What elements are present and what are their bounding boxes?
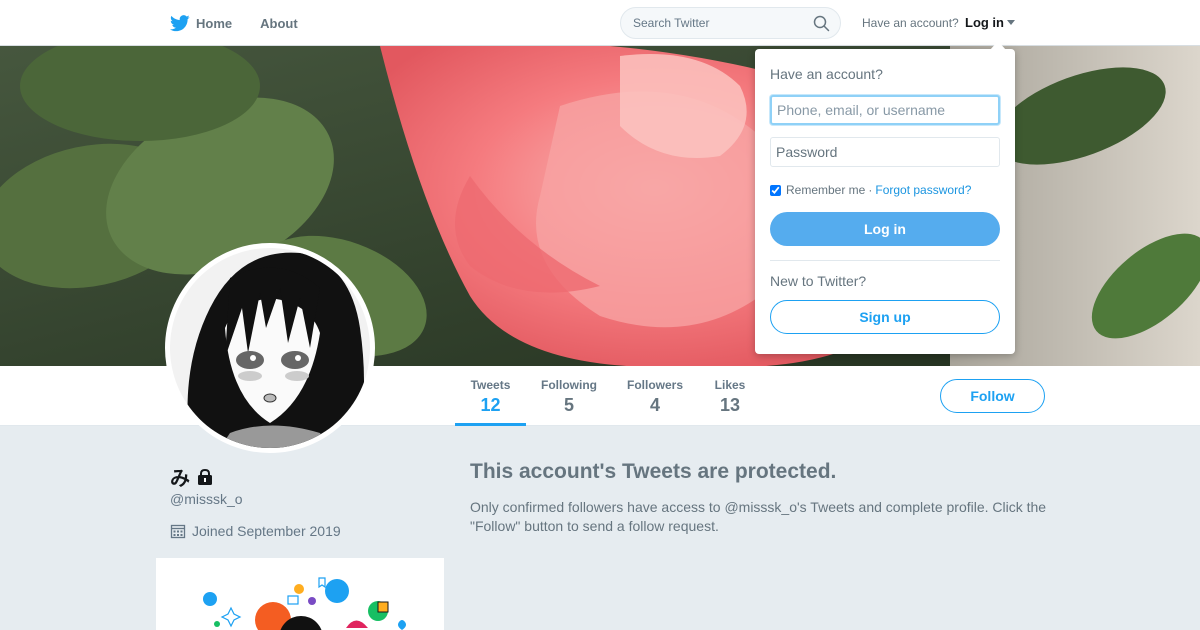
dropdown-divider xyxy=(770,260,1000,261)
search-box[interactable] xyxy=(620,7,841,39)
calendar-icon xyxy=(170,524,186,539)
stat-following-label: Following xyxy=(541,378,597,392)
stat-following-value: 5 xyxy=(563,395,574,415)
account-prompt: Have an account? xyxy=(862,16,959,30)
protected-message: Only confirmed followers have access to … xyxy=(470,499,1047,534)
stat-tweets[interactable]: Tweets 12 xyxy=(455,366,526,426)
password-field[interactable] xyxy=(770,137,1000,167)
stat-tweets-label: Tweets xyxy=(470,378,511,392)
caret-down-icon xyxy=(1007,20,1015,25)
nav-home-label: Home xyxy=(196,15,233,31)
search-icon[interactable] xyxy=(813,15,830,32)
login-dropdown-heading: Have an account? xyxy=(770,66,883,82)
forgot-password-link[interactable]: Forgot password? xyxy=(875,183,971,197)
new-to-twitter-label: New to Twitter? xyxy=(770,273,867,289)
joined-date-text: Joined September 2019 xyxy=(192,523,341,539)
remember-me-row: Remember me · Forgot password? xyxy=(770,183,971,197)
protected-title: This account's Tweets are protected. xyxy=(470,460,837,483)
profile-name: み xyxy=(170,468,190,490)
stat-following[interactable]: Following 5 xyxy=(526,366,612,426)
login-button[interactable]: Log in xyxy=(770,212,1000,246)
username-field[interactable] xyxy=(770,95,1000,125)
lock-icon xyxy=(198,468,212,485)
profile-name-row: み xyxy=(170,462,214,491)
nav-about[interactable]: About xyxy=(260,16,298,31)
avatar[interactable] xyxy=(165,243,375,453)
separator-dot: · xyxy=(868,183,873,197)
nav-left: Home About xyxy=(170,0,326,46)
signup-button[interactable]: Sign up xyxy=(770,300,1000,334)
login-link-label: Log in xyxy=(965,15,1004,30)
login-dropdown-toggle[interactable]: Log in xyxy=(965,15,1015,30)
stat-followers[interactable]: Followers 4 xyxy=(612,366,698,426)
stat-likes[interactable]: Likes 13 xyxy=(699,366,761,426)
stat-followers-label: Followers xyxy=(627,378,684,392)
remember-me-checkbox[interactable] xyxy=(770,184,781,196)
twitter-bird-icon xyxy=(170,14,190,31)
profile-handle: @misssk_o xyxy=(170,491,243,507)
dropdown-caret xyxy=(990,41,1006,50)
follow-button[interactable]: Follow xyxy=(940,379,1045,413)
stat-tweets-value: 12 xyxy=(480,395,501,415)
remember-me-label: Remember me xyxy=(786,183,866,197)
joined-date: Joined September 2019 xyxy=(170,523,341,539)
login-dropdown: Have an account? Remember me · Forgot pa… xyxy=(755,49,1015,354)
search-input[interactable] xyxy=(633,16,803,30)
stat-followers-value: 4 xyxy=(649,395,660,415)
top-navigation: Home About Have an account? Log in xyxy=(0,0,1200,46)
nav-about-label: About xyxy=(260,15,298,31)
stat-likes-label: Likes xyxy=(714,378,746,392)
nav-home[interactable]: Home xyxy=(170,14,233,32)
promo-card[interactable] xyxy=(156,558,444,630)
stat-likes-value: 13 xyxy=(719,395,741,415)
